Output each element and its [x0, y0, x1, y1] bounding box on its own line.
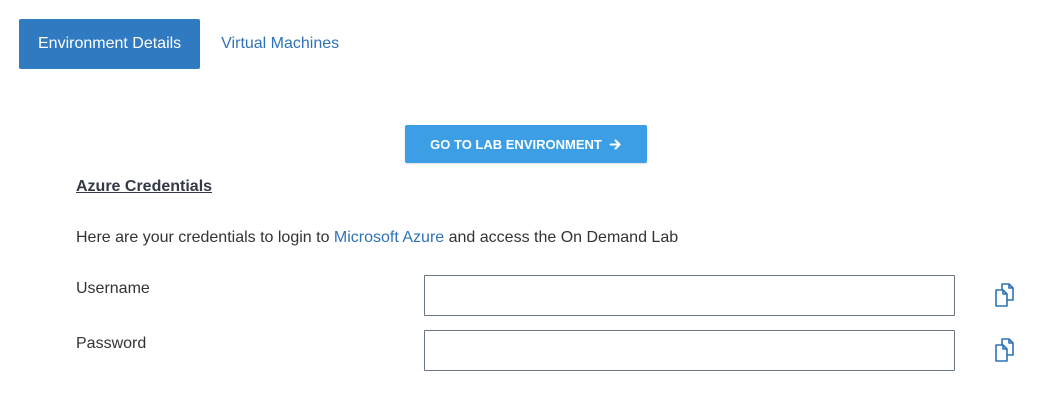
arrow-right-icon	[609, 138, 621, 150]
go-to-lab-environment-label: GO TO LAB ENVIRONMENT	[430, 136, 602, 152]
go-to-lab-environment-button[interactable]: GO TO LAB ENVIRONMENT	[405, 125, 647, 163]
copy-password-icon[interactable]	[993, 336, 1021, 364]
username-field[interactable]	[424, 275, 955, 316]
password-field[interactable]	[424, 330, 955, 371]
credentials-intro-text: Here are your credentials to login to Mi…	[76, 229, 678, 247]
tab-environment-details[interactable]: Environment Details	[19, 19, 201, 69]
intro-text-before: Here are your credentials to login to	[76, 229, 334, 246]
tab-virtual-machines[interactable]: Virtual Machines	[200, 19, 360, 69]
section-title-azure-credentials: Azure Credentials	[76, 178, 213, 195]
microsoft-azure-link[interactable]: Microsoft Azure	[334, 229, 444, 246]
intro-text-after: and access the On Demand Lab	[444, 229, 679, 246]
copy-username-icon[interactable]	[993, 281, 1021, 309]
password-label: Password	[76, 335, 147, 352]
username-label: Username	[76, 280, 150, 297]
tab-bar: Environment Details Virtual Machines	[19, 19, 360, 69]
